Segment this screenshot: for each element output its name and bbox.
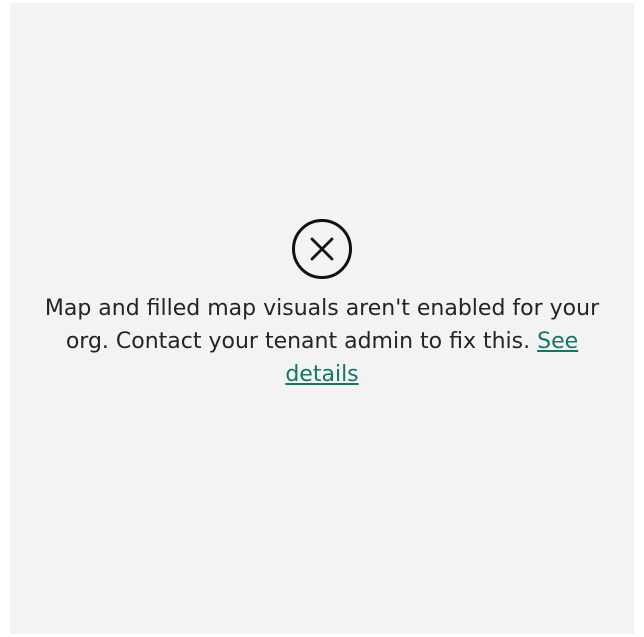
error-message-text: Map and filled map visuals aren't enable… — [44, 296, 600, 354]
error-content: Map and filled map visuals aren't enable… — [10, 218, 634, 391]
error-message: Map and filled map visuals aren't enable… — [32, 292, 612, 391]
error-circle-x-icon — [292, 219, 352, 279]
visual-error-panel: Map and filled map visuals aren't enable… — [10, 3, 634, 634]
